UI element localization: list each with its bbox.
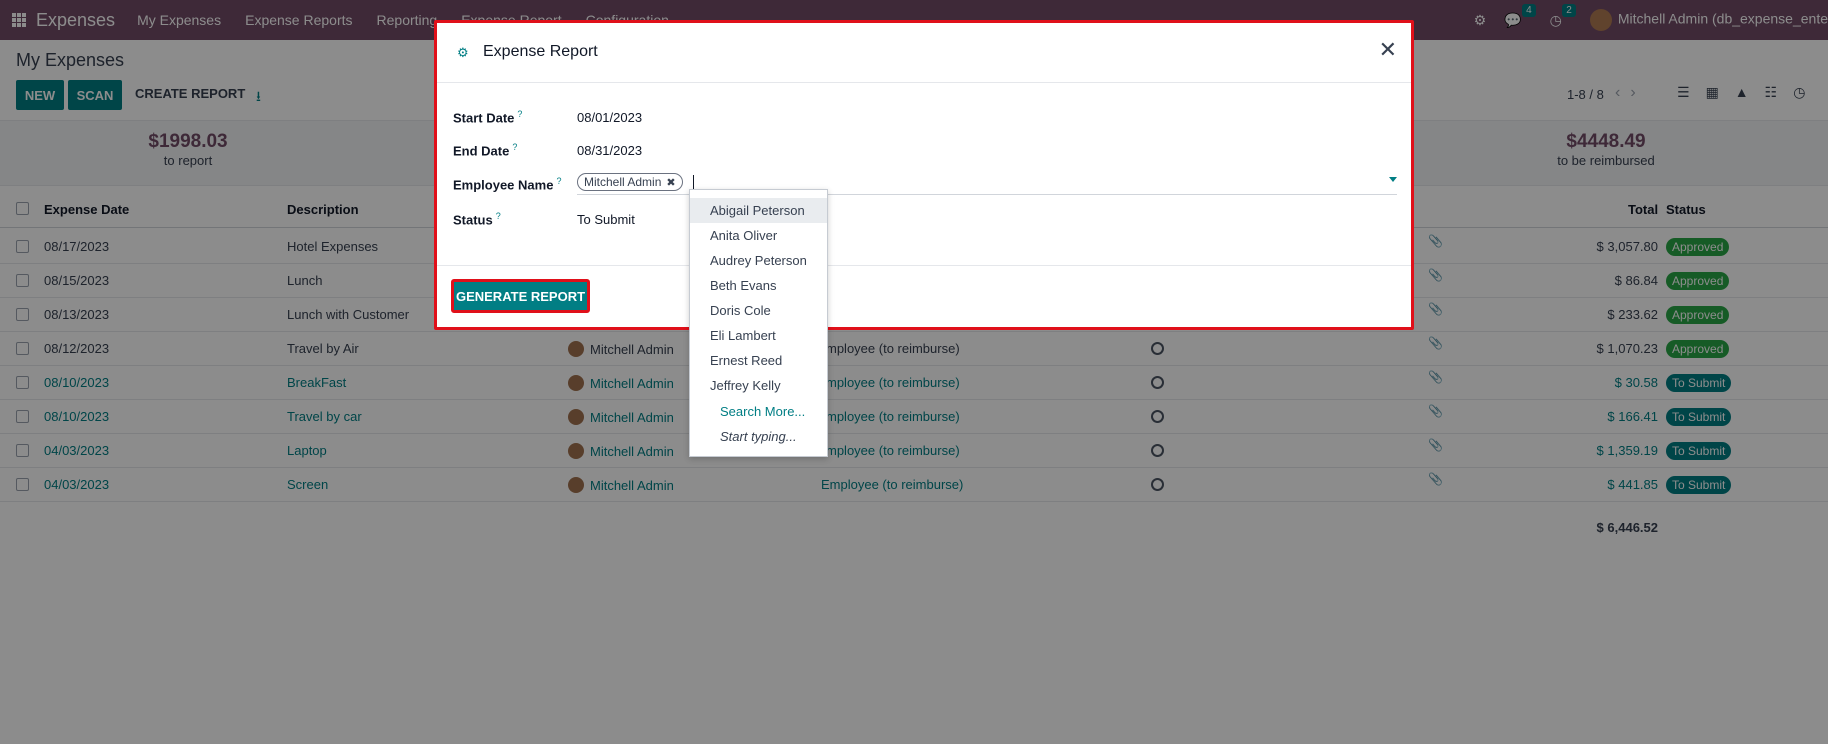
dropdown-option[interactable]: Audrey Peterson [690,248,827,273]
expense-report-dialog: ⚙ Expense Report ✕ Start Date? 08/01/202… [434,20,1414,330]
dropdown-option[interactable]: Eli Lambert [690,323,827,348]
help-icon[interactable]: ? [517,109,522,119]
modal-title: Expense Report [483,43,598,60]
start-date-field[interactable]: 08/01/2023 [577,110,642,125]
dropdown-option[interactable]: Ernest Reed [690,348,827,373]
employee-tag-label: Mitchell Admin [584,175,662,189]
end-date-label: End Date? [453,142,517,158]
start-typing-hint: Start typing... [720,429,797,444]
close-icon[interactable]: ✕ [1379,39,1397,61]
text-cursor [693,175,694,189]
dropdown-option[interactable]: Jeffrey Kelly [690,373,827,398]
employee-name-label: Employee Name? [453,176,561,192]
start-date-label-text: Start Date [453,110,515,126]
employee-tag: Mitchell Admin ✖ [577,173,683,191]
status-label: Status? [453,211,501,227]
dropdown-option[interactable]: Abigail Peterson [690,198,827,223]
end-date-field[interactable]: 08/31/2023 [577,143,642,158]
dropdown-option[interactable]: Anita Oliver [690,223,827,248]
end-date-label-text: End Date [453,143,510,159]
dropdown-option[interactable]: Doris Cole [690,298,827,323]
start-date-label: Start Date? [453,109,522,125]
employee-autocomplete-dropdown: Abigail Peterson Anita Oliver Audrey Pet… [689,189,828,457]
help-icon[interactable]: ? [556,176,561,186]
status-label-text: Status [453,212,493,228]
help-icon[interactable]: ? [512,142,517,152]
generate-report-button[interactable]: GENERATE REPORT [451,279,590,313]
remove-tag-icon[interactable]: ✖ [666,177,675,189]
modal-header: ⚙ Expense Report ✕ [437,23,1411,83]
modal-footer: GENERATE REPORT [437,265,1411,327]
status-field[interactable]: To Submit [577,212,635,227]
dropdown-option[interactable]: Beth Evans [690,273,827,298]
help-icon[interactable]: ? [496,211,501,221]
debug-bug-icon[interactable]: ⚙ [457,45,469,61]
search-more-link[interactable]: Search More... [690,399,827,424]
employee-name-label-text: Employee Name [453,177,554,193]
dropdown-caret-icon[interactable] [1389,177,1397,182]
